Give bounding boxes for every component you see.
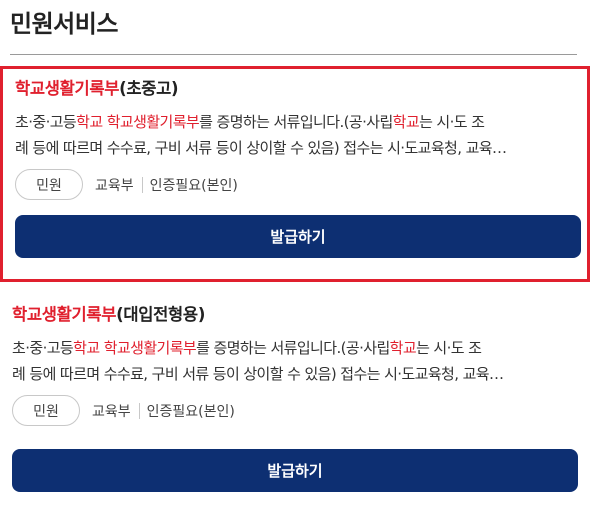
card-meta: 민원 교육부 인증필요(본인) [12, 395, 578, 426]
card-title[interactable]: 학교생활기록부(초중고) [15, 77, 575, 101]
title-divider [10, 54, 577, 55]
auth-requirement-label: 인증필요(본인) [146, 403, 235, 420]
card-description-line-2: 례 등에 따르며 수수료, 구비 서류 등이 상이할 수 있음) 접수는 시·도… [15, 139, 507, 157]
card-title-highlight: 학교생활기록부 [15, 79, 120, 98]
card-meta: 민원 교육부 인증필요(본인) [15, 169, 575, 200]
issue-button[interactable]: 발급하기 [15, 215, 581, 258]
card-title[interactable]: 학교생활기록부(대입전형용) [12, 303, 578, 327]
card-description-line-2: 례 등에 따르며 수수료, 구비 서류 등이 상이할 수 있음) 접수는 시·도… [12, 365, 504, 383]
issue-button[interactable]: 발급하기 [12, 449, 578, 492]
category-chip: 민원 [12, 395, 80, 426]
agency-label: 교육부 [92, 403, 131, 420]
service-card-admission: 학교생활기록부(대입전형용) 초·중·고등학교 학교생활기록부를 증명하는 서류… [0, 300, 590, 500]
service-card-elementary: 학교생활기록부(초중고) 초·중·고등학교 학교생활기록부를 증명하는 서류입니… [0, 66, 590, 282]
card-title-rest: (대입전형용) [116, 305, 206, 324]
meta-divider [138, 402, 140, 419]
card-description-line-1: 초·중·고등학교 학교생활기록부를 증명하는 서류입니다.(공·사립학교는 시·… [12, 339, 482, 357]
category-chip: 민원 [15, 169, 83, 200]
card-description-line-1: 초·중·고등학교 학교생활기록부를 증명하는 서류입니다.(공·사립학교는 시·… [15, 113, 485, 131]
page-title: 민원서비스 [10, 10, 118, 38]
card-title-highlight: 학교생활기록부 [12, 305, 117, 324]
agency-label: 교육부 [95, 177, 134, 194]
card-description: 초·중·고등학교 학교생활기록부를 증명하는 서류입니다.(공·사립학교는 시·… [12, 335, 578, 387]
meta-divider [141, 176, 143, 193]
auth-requirement-label: 인증필요(본인) [149, 177, 238, 194]
card-description: 초·중·고등학교 학교생활기록부를 증명하는 서류입니다.(공·사립학교는 시·… [15, 109, 575, 161]
card-title-rest: (초중고) [119, 79, 179, 98]
